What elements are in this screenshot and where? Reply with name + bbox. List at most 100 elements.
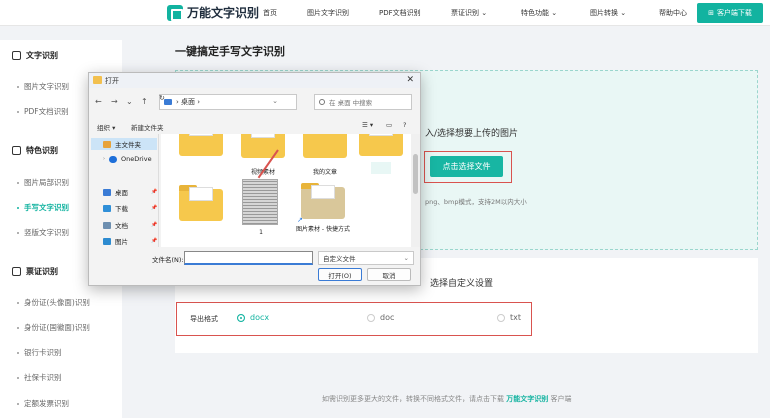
- top-navigation-bar: 万能文字识别 首页 图片文字识别 PDF文档识别 票证识别 ⌄ 特色功能 ⌄ 图…: [0, 0, 770, 26]
- new-folder-button[interactable]: 新建文件夹: [131, 122, 164, 132]
- forward-icon[interactable]: →: [111, 97, 118, 106]
- pin-icon[interactable]: 📌: [151, 222, 157, 228]
- nav-pane-onedrive[interactable]: › OneDrive: [103, 155, 152, 163]
- choose-file-highlight: 点击选择文件: [424, 151, 512, 183]
- cloud-icon: [109, 155, 117, 163]
- site-logo[interactable]: 万能文字识别: [167, 4, 259, 21]
- preview-pane-icon[interactable]: ▭: [386, 121, 392, 129]
- format-option-docx[interactable]: docx: [237, 313, 269, 322]
- format-option-txt[interactable]: txt: [497, 313, 521, 322]
- nav-pane-label: 文档: [115, 222, 128, 230]
- pin-icon[interactable]: 📌: [151, 189, 157, 195]
- open-button[interactable]: 打开(O): [318, 268, 362, 281]
- file-type-select[interactable]: 自定义文件 ⌄: [318, 251, 414, 265]
- sidebar-item-bank-card[interactable]: 银行卡识别: [17, 347, 62, 358]
- site-name: 万能文字识别: [187, 6, 260, 20]
- footer-text: 如需识别更多更大的文件，转换不同格式文件，请点击下载: [322, 395, 504, 403]
- client-download-button[interactable]: ⊞ 客户端下载: [697, 3, 763, 23]
- folder-icon[interactable]: [179, 134, 223, 156]
- nav-pane-label: 桌面: [115, 189, 128, 197]
- pin-icon[interactable]: 📌: [151, 238, 157, 244]
- address-bar[interactable]: › 桌面 › ⌄: [159, 94, 297, 110]
- format-hint: png、bmp模式，支持2M以内大小: [425, 198, 527, 206]
- address-dropdown-icon[interactable]: ⌄: [272, 97, 278, 105]
- shortcut-folder-icon[interactable]: [301, 183, 345, 219]
- folder-icon[interactable]: [303, 134, 347, 158]
- file-label-1[interactable]: 1: [231, 229, 291, 236]
- windows-icon: ⊞: [708, 9, 714, 17]
- nav-pdf-ocr[interactable]: PDF文档识别: [379, 8, 421, 18]
- dialog-scrollbar[interactable]: [411, 134, 420, 247]
- breadcrumb-chevron-icon: ›: [195, 98, 201, 106]
- cancel-button[interactable]: 取消: [367, 268, 411, 281]
- nav-image-convert[interactable]: 图片转换 ⌄: [590, 8, 626, 18]
- choose-file-button[interactable]: 点击选择文件: [430, 156, 503, 177]
- document-icon: [103, 221, 111, 229]
- file-name-input[interactable]: [184, 251, 313, 265]
- nav-pane-label: OneDrive: [121, 155, 152, 163]
- scan-icon: [12, 146, 21, 155]
- nav-pane-documents[interactable]: 文档: [103, 220, 128, 230]
- nav-ticket-ocr[interactable]: 票证识别 ⌄: [451, 8, 487, 18]
- sidebar-item-social-card[interactable]: 社保卡识别: [17, 372, 62, 383]
- nav-special-features[interactable]: 特色功能 ⌄: [521, 8, 557, 18]
- sidebar-item-id-front[interactable]: 身份证(头像面)识别: [17, 297, 90, 308]
- sidebar-item-image-ocr[interactable]: 图片文字识别: [17, 81, 69, 92]
- video-folder-icon[interactable]: [241, 134, 285, 158]
- nav-help-center[interactable]: 帮助中心: [659, 8, 687, 18]
- dialog-search-input[interactable]: 在 桌面 中搜索: [314, 94, 412, 110]
- nav-pane-label: 图片: [115, 238, 128, 246]
- file-type-value: 自定义文件: [323, 255, 356, 263]
- monitor-icon: [164, 99, 172, 105]
- folder-icon[interactable]: [359, 134, 403, 156]
- help-icon[interactable]: ?: [403, 121, 406, 129]
- format-option-label: txt: [510, 313, 522, 322]
- nav-pane-downloads[interactable]: 下载: [103, 203, 128, 213]
- sidebar-item-vertical-ocr[interactable]: 竖版文字识别: [17, 227, 69, 238]
- sidebar-item-id-back[interactable]: 身份证(国徽面)识别: [17, 322, 90, 333]
- nav-pane-pictures[interactable]: 图片: [103, 236, 128, 246]
- dialog-nav-pane: 主文件夹 › OneDrive 桌面 📌 下载 📌 文档 📌 图片 📌: [89, 134, 159, 247]
- nav-home[interactable]: 首页: [263, 8, 277, 18]
- pin-icon[interactable]: 📌: [151, 205, 157, 211]
- breadcrumb-desktop[interactable]: 桌面: [181, 97, 195, 107]
- footer-note: 如需识别更多更大的文件，转换不同格式文件，请点击下载 万能文字识别 客户端: [322, 394, 571, 404]
- file-label-articles[interactable]: 我的文章: [295, 167, 355, 176]
- export-format-label: 导出格式: [190, 315, 218, 323]
- nav-pane-home[interactable]: 主文件夹: [91, 138, 157, 150]
- sidebar-section-title: 文字识别: [26, 51, 58, 60]
- format-option-label: doc: [380, 313, 395, 322]
- sidebar-item-handwriting-ocr[interactable]: 手写文字识别: [17, 202, 69, 213]
- image-thumbnail-icon[interactable]: [371, 162, 391, 174]
- footer-suffix: 客户端: [550, 395, 572, 403]
- upload-hint: 入/选择想要上传的图片: [425, 129, 519, 139]
- organize-button[interactable]: 组织 ▾: [97, 122, 115, 132]
- folder-icon: [93, 76, 102, 84]
- chevron-right-icon: ›: [103, 156, 105, 162]
- view-icon[interactable]: ☰ ▾: [362, 121, 373, 129]
- nav-image-ocr[interactable]: 图片文字识别: [307, 8, 349, 18]
- footer-client-link[interactable]: 万能文字识别: [506, 395, 548, 403]
- up-icon[interactable]: ↑: [141, 97, 148, 106]
- file-name-label: 文件名(N):: [152, 256, 184, 264]
- folder-icon[interactable]: [179, 185, 223, 221]
- file-label-shortcut[interactable]: 图片素材 - 快捷方式: [293, 224, 353, 233]
- sidebar-item-invoice[interactable]: 定额发票识别: [17, 398, 69, 409]
- radio-icon: [367, 313, 375, 322]
- nav-pane-label: 下载: [115, 205, 128, 213]
- format-option-doc[interactable]: doc: [367, 313, 394, 322]
- nav-pane-desktop[interactable]: 桌面: [103, 187, 128, 197]
- refresh-icon[interactable]: ↻: [159, 94, 165, 102]
- scan-icon: [12, 267, 21, 276]
- sidebar-section-title: 特色识别: [26, 146, 58, 155]
- dialog-file-list: 视频素材 我的文章 1 ↗ 图片素材 - 快捷方式: [161, 134, 411, 247]
- sidebar-item-partial-ocr[interactable]: 图片局部识别: [17, 177, 69, 188]
- dialog-toolbar: 组织 ▾ 新建文件夹 ☰ ▾ ▭ ?: [89, 119, 420, 133]
- sidebar-item-pdf-ocr[interactable]: PDF文档识别: [17, 106, 69, 117]
- back-icon[interactable]: ←: [95, 97, 102, 106]
- chevron-down-icon: ⌄: [403, 254, 409, 262]
- close-icon[interactable]: ✕: [406, 75, 414, 85]
- handwriting-image-thumbnail[interactable]: [242, 179, 278, 225]
- logo-icon: [167, 4, 183, 21]
- chevron-down-icon[interactable]: ⌄: [126, 97, 133, 106]
